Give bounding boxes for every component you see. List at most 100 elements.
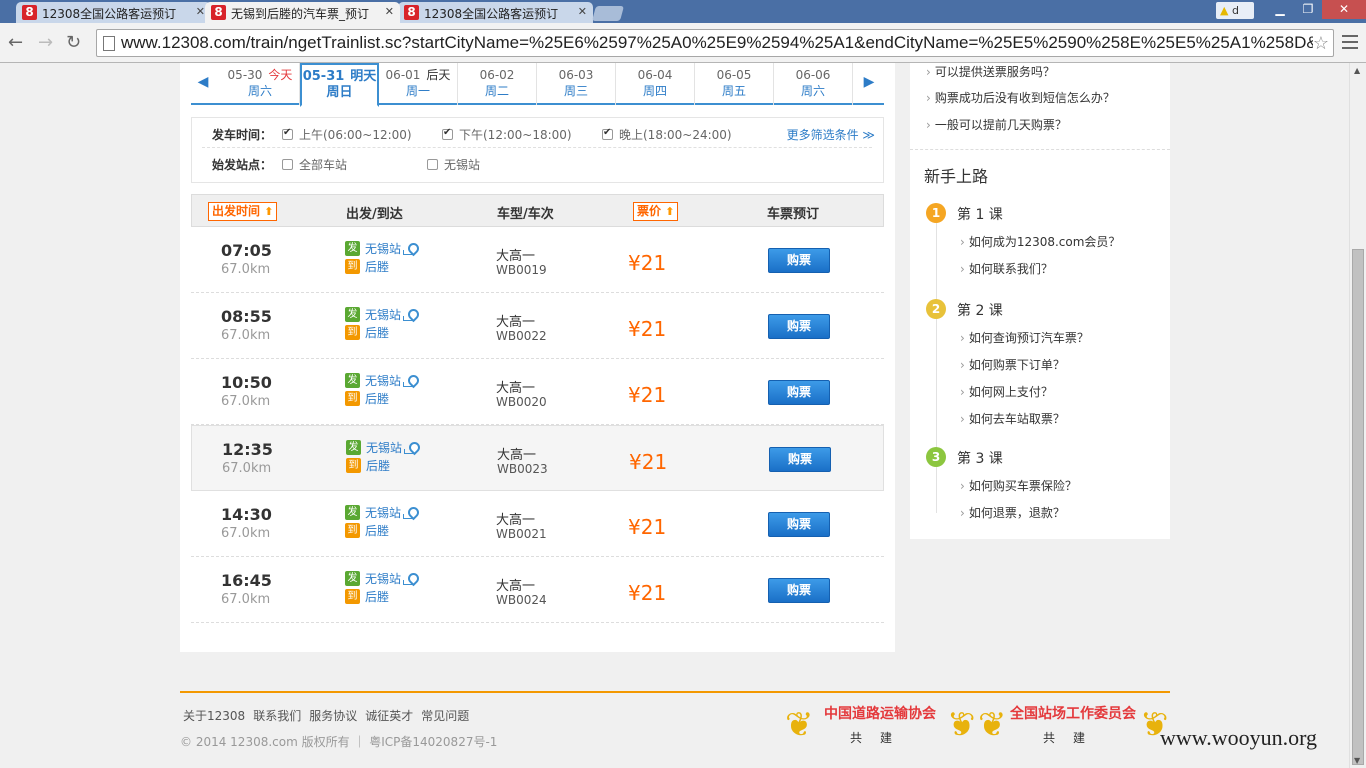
date-tab[interactable]: 06-03 周三 — [537, 63, 616, 105]
buy-ticket-button[interactable]: 购票 — [768, 248, 830, 273]
date-tab[interactable]: 06-01 后天 周一 — [379, 63, 458, 105]
lesson-link[interactable]: 如何网上支付？ — [960, 383, 1053, 400]
sort-by-price-button[interactable]: 票价 ⬆ — [633, 202, 679, 221]
wuxi-station-checkbox[interactable]: 无锡站 — [427, 156, 480, 173]
browser-tab-1[interactable]: 8 12308全国公路客运预订 ✕ — [16, 2, 211, 23]
bookmark-star-icon[interactable]: ☆ — [1312, 30, 1329, 56]
page-icon — [103, 36, 115, 51]
reload-icon[interactable]: ↻ — [66, 32, 81, 53]
beginner-guide-title: 新手上路 — [924, 167, 989, 186]
departure-station-name: 无锡站 — [365, 572, 402, 586]
page-scrollbar[interactable]: ▲ ▼ — [1349, 63, 1366, 768]
afternoon-checkbox[interactable]: 下午(12:00~18:00) — [442, 126, 572, 143]
faq-link[interactable]: 一般可以提前几天购票？ — [926, 116, 1067, 133]
table-row: 07:05 67.0km 发无锡站到后塍 大高一 WB0019 ¥21 购票 — [191, 227, 884, 293]
date-tab-selected[interactable]: 05-31 明天 周日 — [300, 63, 379, 107]
footer-link[interactable]: 常见问题 — [421, 707, 469, 724]
buy-ticket-button[interactable]: 购票 — [768, 578, 830, 603]
browser-tab-2[interactable]: 8 无锡到后塍的汽车票_预订 ✕ — [205, 2, 400, 23]
sort-up-icon: ⬆ — [665, 205, 675, 218]
scrollbar-thumb[interactable] — [1352, 249, 1364, 765]
map-pin-icon[interactable] — [403, 507, 417, 519]
tab-close-icon[interactable]: ✕ — [385, 5, 394, 18]
lesson-link[interactable]: 如何退票，退款？ — [960, 504, 1065, 521]
tab-close-icon[interactable]: ✕ — [578, 5, 587, 18]
arrive-badge-icon: 到 — [345, 391, 360, 406]
copyright-text: © 2014 12308.com 版权所有 ｜ 粤ICP备14020827号-1 — [180, 735, 498, 749]
map-pin-icon[interactable] — [403, 309, 417, 321]
arrival-station[interactable]: 到后塍 — [345, 324, 389, 341]
arrival-station[interactable]: 到后塍 — [345, 522, 389, 539]
departure-station[interactable]: 发无锡站 — [345, 240, 417, 257]
more-filters-link[interactable]: 更多筛选条件 ≫ — [787, 126, 875, 143]
date-tab[interactable]: 06-02 周二 — [458, 63, 537, 105]
date-tab[interactable]: 06-06 周六 — [774, 63, 853, 105]
results-panel: ◀ 05-30 今天 周六 05-31 明天 周日 06-01 后天 周一 06-02… — [180, 63, 895, 652]
lesson-number-badge: 1 — [926, 203, 946, 223]
departure-station[interactable]: 发无锡站 — [345, 570, 417, 587]
departure-station-name: 无锡站 — [365, 506, 402, 520]
buy-ticket-button[interactable]: 购票 — [768, 512, 830, 537]
buy-ticket-button[interactable]: 购票 — [768, 380, 830, 405]
footer-links: 关于12308 联系我们 服务协议 诚征英才 常见问题 — [183, 707, 469, 724]
menu-icon[interactable] — [1342, 35, 1358, 49]
arrival-station[interactable]: 到后塍 — [346, 457, 390, 474]
footer-link[interactable]: 服务协议 — [309, 707, 357, 724]
help-sidebar: 可以提供送票服务吗？ 购票成功后没有收到短信怎么办？ 一般可以提前几天购票？ 新… — [910, 63, 1170, 539]
timeline-line — [936, 213, 937, 513]
map-pin-icon[interactable] — [403, 573, 417, 585]
forward-arrow-icon[interactable]: → — [38, 32, 53, 53]
warning-indicator[interactable]: ▲ d — [1216, 2, 1254, 19]
depart-badge-icon: 发 — [345, 307, 360, 322]
lesson-link[interactable]: 如何购买车票保险？ — [960, 477, 1077, 494]
lesson-link[interactable]: 如何成为12308.com会员？ — [960, 233, 1121, 250]
all-stations-checkbox[interactable]: 全部车站 — [282, 156, 347, 173]
browser-tab-3[interactable]: 8 12308全国公路客运预订 ✕ — [398, 2, 593, 23]
ticket-price: ¥21 — [628, 515, 667, 539]
scroll-up-icon: ▲ — [1354, 66, 1361, 75]
tab-close-icon[interactable]: ✕ — [196, 5, 205, 18]
lesson-link[interactable]: 如何联系我们？ — [960, 260, 1053, 277]
lesson-link[interactable]: 如何购票下订单？ — [960, 356, 1065, 373]
date-tab[interactable]: 05-30 今天 周六 — [221, 63, 300, 105]
faq-link[interactable]: 可以提供送票服务吗？ — [926, 63, 1055, 80]
map-pin-icon[interactable] — [404, 442, 418, 454]
scroll-down-icon: ▼ — [1354, 756, 1361, 765]
back-arrow-icon[interactable]: ← — [8, 32, 23, 53]
window-close-icon[interactable]: ✕ — [1322, 0, 1366, 19]
buy-ticket-button[interactable]: 购票 — [768, 314, 830, 339]
departure-time: 14:30 — [221, 505, 272, 524]
lesson-link[interactable]: 如何去车站取票？ — [960, 410, 1065, 427]
arrival-station[interactable]: 到后塍 — [345, 390, 389, 407]
arrival-station[interactable]: 到后塍 — [345, 588, 389, 605]
new-tab-button[interactable] — [591, 6, 625, 21]
buy-ticket-button[interactable]: 购票 — [769, 447, 831, 472]
footer-link[interactable]: 诚征英才 — [365, 707, 413, 724]
arrival-station[interactable]: 到后塍 — [345, 258, 389, 275]
footer-link[interactable]: 关于12308 — [183, 707, 245, 724]
morning-checkbox[interactable]: 上午(06:00~12:00) — [282, 126, 412, 143]
map-pin-icon[interactable] — [403, 375, 417, 387]
bus-number: WB0023 — [497, 462, 548, 476]
map-pin-icon[interactable] — [403, 243, 417, 255]
bus-number: WB0022 — [496, 329, 547, 343]
address-bar[interactable]: www.12308.com/train/ngetTrainlist.sc?sta… — [96, 29, 1334, 57]
departure-station[interactable]: 发无锡站 — [345, 306, 417, 323]
restore-icon[interactable]: ❐ — [1294, 0, 1322, 19]
date-tab[interactable]: 06-04 周四 — [616, 63, 695, 105]
faq-link[interactable]: 购票成功后没有收到短信怎么办？ — [926, 89, 1115, 106]
lesson-link[interactable]: 如何查询预订汽车票？ — [960, 329, 1089, 346]
browser-tabbar: 8 12308全国公路客运预订 ✕ 8 无锡到后塍的汽车票_预订 ✕ 8 123… — [0, 0, 1366, 23]
next-date-arrow-icon[interactable]: ▶ — [857, 63, 881, 105]
footer-link[interactable]: 联系我们 — [253, 707, 301, 724]
departure-station[interactable]: 发无锡站 — [345, 504, 417, 521]
departure-station[interactable]: 发无锡站 — [345, 372, 417, 389]
arrival-station-name: 后塍 — [365, 392, 390, 406]
departure-station[interactable]: 发无锡站 — [346, 439, 418, 456]
sort-by-time-button[interactable]: 出发时间 ⬆ — [208, 202, 278, 221]
minimize-icon[interactable]: ▁ — [1266, 0, 1294, 19]
date-tab[interactable]: 06-05 周五 — [695, 63, 774, 105]
prev-date-arrow-icon[interactable]: ◀ — [191, 63, 215, 105]
evening-checkbox[interactable]: 晚上(18:00~24:00) — [602, 126, 732, 143]
bus-number: WB0019 — [496, 263, 547, 277]
